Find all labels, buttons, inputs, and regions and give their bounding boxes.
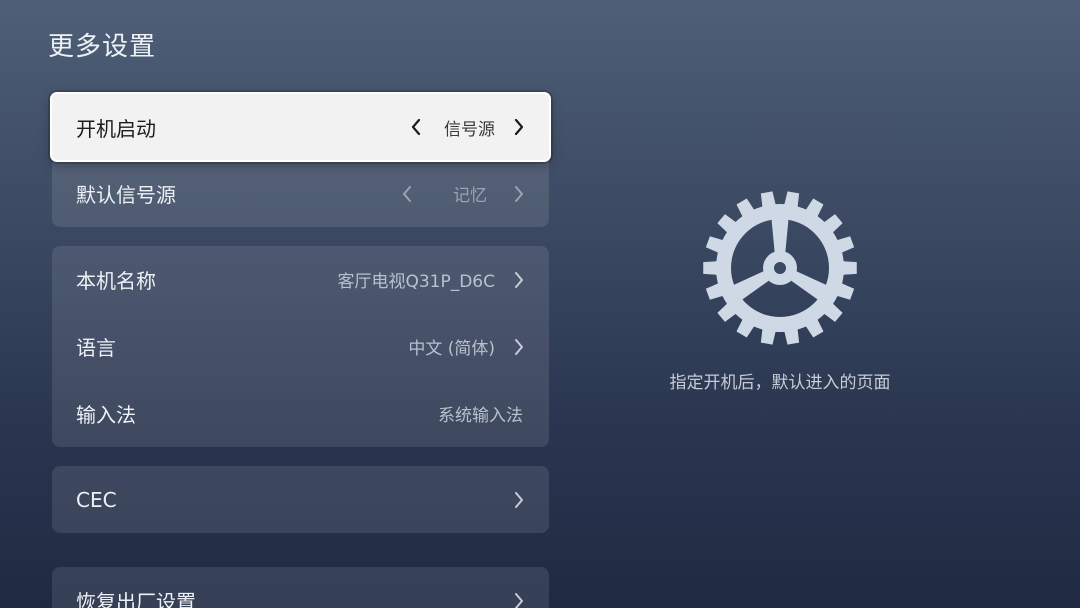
row-input-method[interactable]: 输入法 系统输入法 (52, 380, 549, 447)
chevron-left-icon[interactable] (410, 119, 422, 135)
page-title: 更多设置 (48, 32, 157, 62)
row-label: 默认信号源 (76, 183, 176, 207)
row-cec[interactable]: CEC (52, 466, 549, 533)
row-label: 开机启动 (76, 116, 156, 141)
settings-group-startup: 开机启动 信号源 默认信号源 记忆 (50, 92, 551, 227)
gear-hub-hole (774, 262, 786, 274)
row-value: 中文 (简体) (408, 339, 495, 359)
chevron-right-icon[interactable] (513, 185, 525, 202)
settings-group-reset: 恢复出厂设置 (52, 567, 549, 608)
row-value: 客厅电视Q31P_D6C (337, 272, 495, 292)
chevron-right-icon[interactable] (513, 592, 525, 608)
settings-group-cec: CEC (52, 466, 549, 533)
chevron-right-icon[interactable] (513, 338, 525, 355)
row-label: CEC (76, 487, 117, 512)
row-value: 系统输入法 (438, 406, 523, 426)
row-label: 输入法 (76, 403, 136, 427)
row-value: 记忆 (453, 186, 487, 206)
gear-illustration (703, 191, 857, 345)
row-label: 恢复出厂设置 (76, 590, 196, 608)
settings-group-device: 本机名称 客厅电视Q31P_D6C 语言 中文 (简体) 输入法 系统输入法 (52, 246, 549, 447)
row-language[interactable]: 语言 中文 (简体) (52, 313, 549, 380)
row-default-source[interactable]: 默认信号源 记忆 (52, 160, 549, 227)
chevron-left-icon[interactable] (401, 185, 413, 202)
chevron-right-icon[interactable] (513, 271, 525, 288)
chevron-right-icon[interactable] (513, 119, 525, 135)
chevron-right-icon[interactable] (513, 491, 525, 508)
row-device-name[interactable]: 本机名称 客厅电视Q31P_D6C (52, 246, 549, 313)
row-factory-reset[interactable]: 恢复出厂设置 (52, 567, 549, 608)
gear-icon (702, 190, 858, 346)
row-value: 信号源 (444, 119, 495, 140)
row-label: 语言 (76, 336, 116, 360)
setting-description: 指定开机后，默认进入的页面 (669, 373, 891, 393)
row-boot-startup[interactable]: 开机启动 信号源 (50, 92, 551, 162)
row-label: 本机名称 (76, 269, 156, 293)
